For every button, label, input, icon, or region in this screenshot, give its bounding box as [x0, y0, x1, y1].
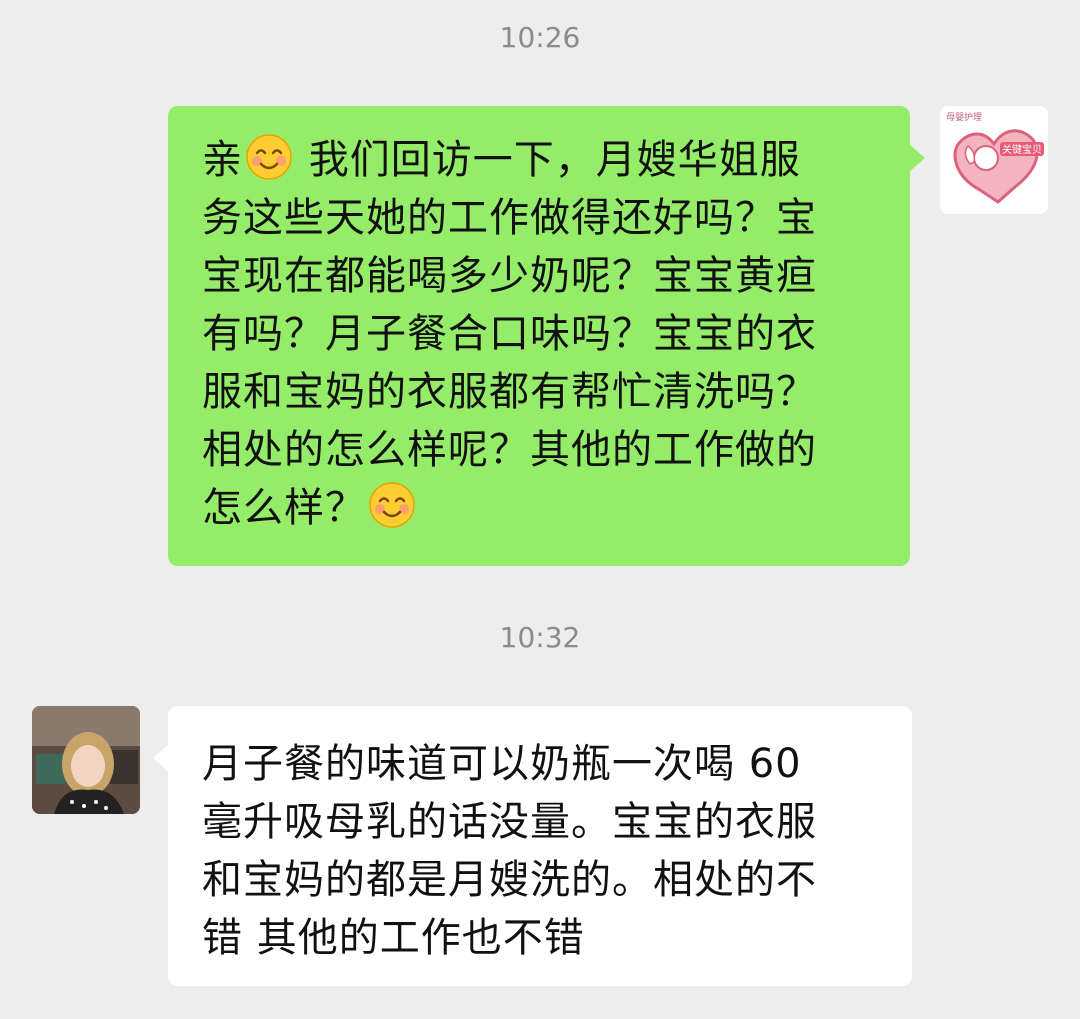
sender-avatar[interactable]: 母婴护理 关键宝贝: [940, 106, 1048, 214]
smiling-face-emoji: [369, 482, 415, 528]
outgoing-message-bubble[interactable]: 亲 我们回访一下，月嫂华姐服 务这些天她的工作做得还好吗？宝 宝现在都能喝多少奶…: [168, 106, 925, 566]
message-line: 月子餐的味道可以奶瓶一次喝 60: [202, 741, 802, 787]
message-line: 有吗？月子餐合口味吗？宝宝的衣: [202, 311, 817, 357]
user-photo-avatar-icon: [32, 706, 140, 814]
smiling-face-emoji: [246, 134, 292, 180]
contact-avatar[interactable]: [32, 706, 140, 814]
heart-cupid-logo-icon: 母婴护理 关键宝贝: [940, 106, 1048, 214]
message-line: 毫升吸母乳的话没量。宝宝的衣服: [202, 799, 817, 845]
svg-text:母婴护理: 母婴护理: [946, 111, 982, 123]
message-timestamp: 10:26: [499, 21, 581, 54]
svg-text:关键宝贝: 关键宝贝: [1002, 143, 1042, 156]
incoming-message-bubble[interactable]: 月子餐的味道可以奶瓶一次喝 60 毫升吸母乳的话没量。宝宝的衣服 和宝妈的都是月…: [153, 706, 912, 986]
message-line: 相处的怎么样呢？其他的工作做的: [202, 427, 817, 473]
message-line: 务这些天她的工作做得还好吗？宝: [202, 195, 817, 241]
message-line: 和宝妈的都是月嫂洗的。相处的不: [202, 857, 817, 903]
message-line: 怎么样？: [202, 479, 876, 537]
message-line: 错 其他的工作也不错: [202, 915, 585, 961]
message-line: 亲 我们回访一下，月嫂华姐服: [202, 131, 876, 189]
message-line: 服和宝妈的衣服都有帮忙清洗吗？: [202, 369, 817, 415]
message-line: 宝现在都能喝多少奶呢？宝宝黄疸: [202, 253, 817, 299]
message-timestamp: 10:32: [499, 621, 581, 654]
chat-window: 10:26 亲 我们回访一下，月嫂华姐服 务这些天她的工作做得还好吗？宝 宝现在…: [0, 0, 1080, 1019]
